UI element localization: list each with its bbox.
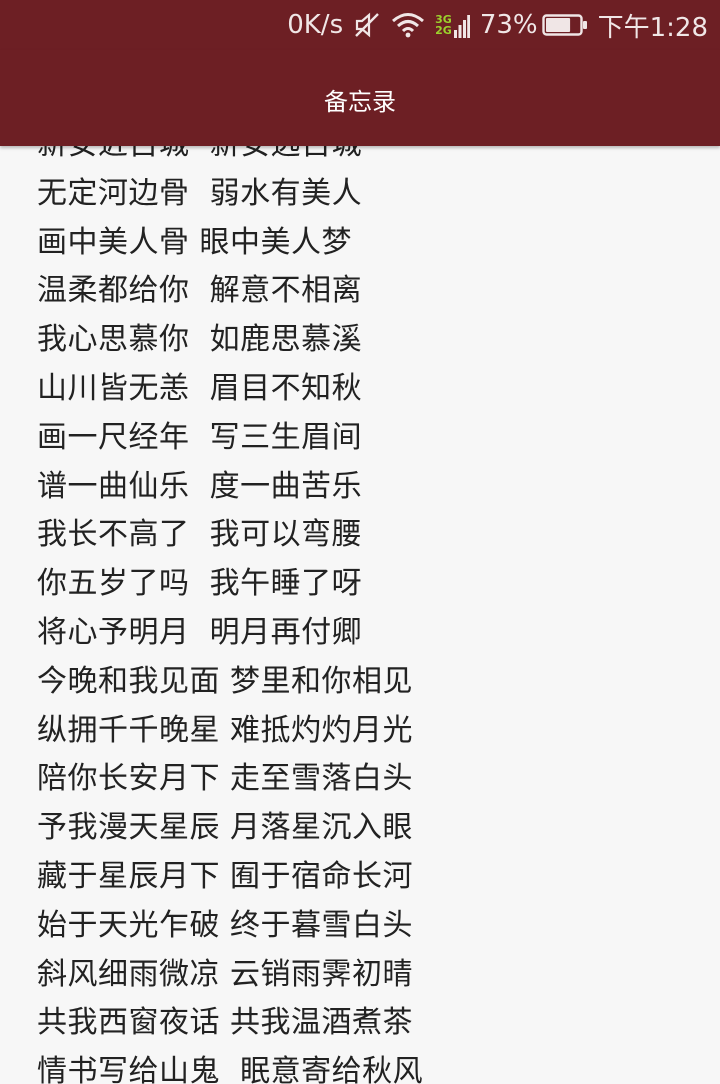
mute-icon	[353, 11, 381, 39]
note-lines: 新安近古城 新安远古城无定河边骨 弱水有美人画中美人骨 眼中美人梦温柔都给你 解…	[37, 146, 423, 1084]
note-line: 山川皆无恙 眉目不知秋	[37, 370, 363, 406]
net-speed: 0K/s	[287, 10, 344, 40]
note-line: 画中美人骨 眼中美人梦	[37, 224, 353, 260]
note-content[interactable]: 新安近古城 新安远古城无定河边骨 弱水有美人画中美人骨 眼中美人梦温柔都给你 解…	[0, 146, 720, 1084]
note-line: 我长不高了 我可以弯腰	[37, 517, 363, 553]
note-line: 陪你长安月下 走至雪落白头	[37, 761, 414, 797]
network-type-badge: 3G 2G	[435, 14, 452, 36]
note-line: 无定河边骨 弱水有美人	[37, 175, 363, 211]
page-title: 备忘录	[324, 87, 396, 116]
app-bar: 备忘录	[0, 50, 720, 146]
note-line: 新安近古城 新安远古城	[37, 146, 423, 170]
note-line: 将心予明月 明月再付卿	[37, 614, 363, 650]
note-line: 予我漫天星辰 月落星沉入眼	[37, 810, 414, 846]
clock: 下午1:28	[597, 12, 708, 43]
note-line: 纵拥千千晚星 难抵灼灼月光	[37, 712, 414, 748]
note-line: 我心思慕你 如鹿思慕溪	[37, 322, 363, 358]
battery-percent: 73%	[479, 10, 538, 40]
battery-icon	[541, 13, 588, 37]
note-line: 画一尺经年 写三生眉间	[37, 419, 363, 455]
note-line: 你五岁了吗 我午睡了呀	[37, 566, 363, 602]
note-line: 情书写给山鬼 眠意寄给秋风	[37, 1054, 424, 1084]
note-line: 今晚和我见面 梦里和你相见	[37, 663, 414, 699]
network-type-2g: 2G	[435, 24, 452, 37]
note-line: 谱一曲仙乐 度一曲苦乐	[37, 468, 363, 504]
note-line: 共我西窗夜话 共我温酒煮茶	[37, 1005, 414, 1041]
note-line: 温柔都给你 解意不相离	[37, 273, 363, 309]
status-bar: 0K/s 3G 2G 73% 下午1:28	[0, 0, 720, 50]
note-line: 始于天光乍破 终于暮雪白头	[37, 907, 414, 943]
note-line: 斜风细雨微凉 云销雨霁初晴	[37, 956, 414, 992]
wifi-icon	[391, 12, 425, 38]
signal-icon: 3G 2G	[435, 12, 470, 38]
note-line: 藏于星辰月下 囿于宿命长河	[37, 858, 414, 894]
